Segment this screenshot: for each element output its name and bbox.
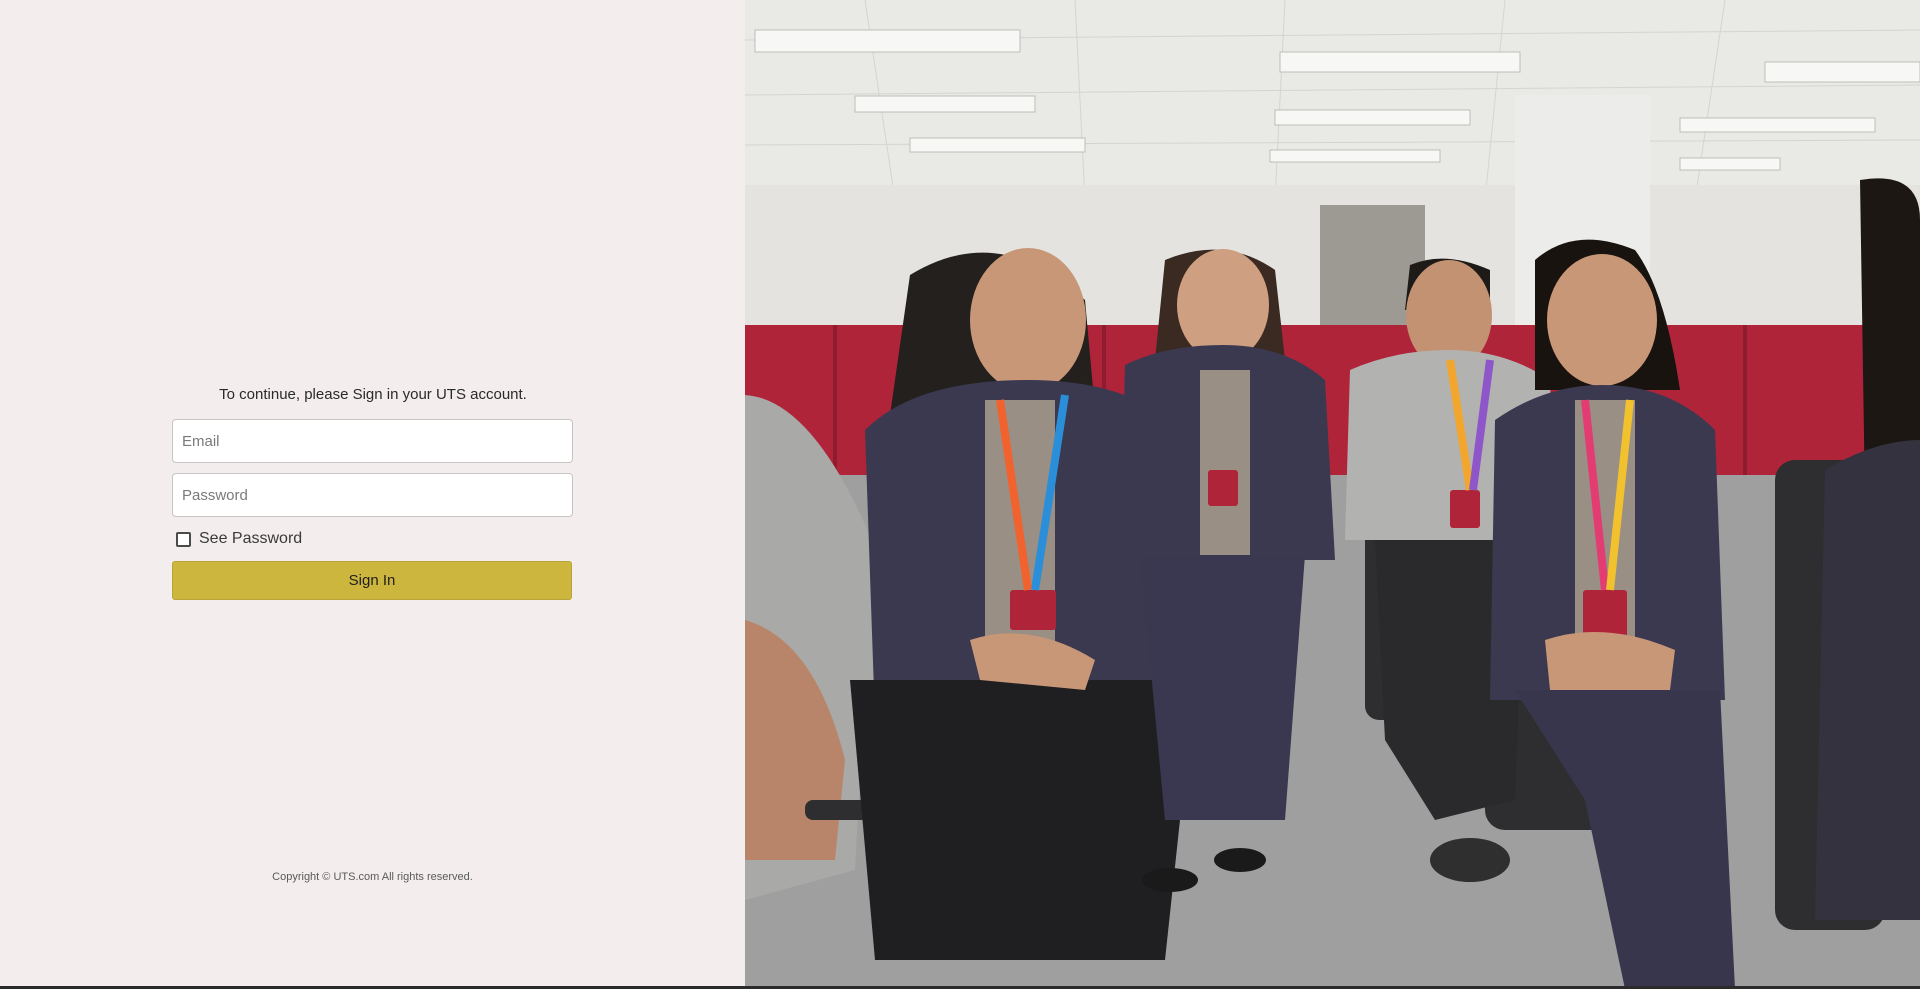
team-photo [745,0,1920,989]
team-photo-image [745,0,1920,989]
sign-in-button[interactable]: Sign In [172,561,572,600]
email-input[interactable] [172,419,573,463]
password-input[interactable] [172,473,573,517]
login-page: To continue, please Sign in your UTS acc… [0,0,1920,989]
see-password-label[interactable]: See Password [199,530,302,548]
see-password-checkbox[interactable] [176,531,191,547]
login-panel: To continue, please Sign in your UTS acc… [0,0,745,989]
see-password-row: See Password [172,529,574,549]
signin-instruction: To continue, please Sign in your UTS acc… [219,386,527,403]
login-form: To continue, please Sign in your UTS acc… [172,383,574,600]
copyright-text: Copyright © UTS.com All rights reserved. [272,871,473,883]
